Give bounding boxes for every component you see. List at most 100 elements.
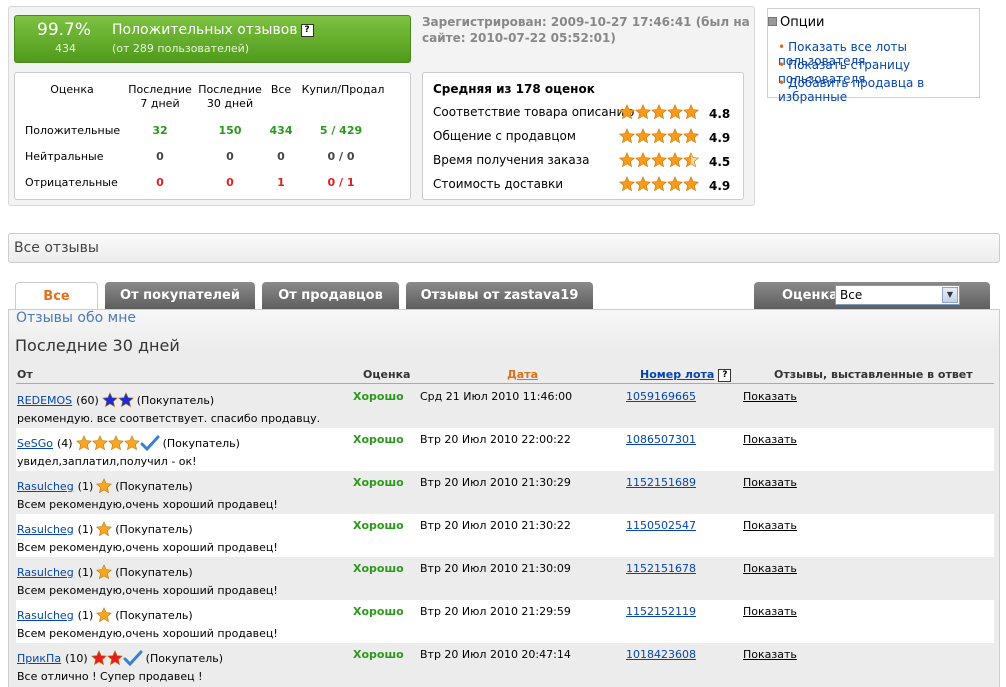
review-comment: Всем рекомендую,очень хороший продавец! [17, 541, 278, 554]
show-reply-link[interactable]: Показать [743, 433, 797, 446]
user-role: (Покупатель) [115, 522, 193, 536]
registration-info: Зарегистрирован: 2009-10-27 17:46:41 (бы… [422, 15, 750, 45]
show-reply-link[interactable]: Показать [743, 562, 797, 575]
col-lot[interactable]: Номер лота? [640, 368, 732, 382]
table-row: Rasulcheg (1) (Покупатель) Всем рекомендую,… [16, 557, 994, 600]
user-link[interactable]: Rasulcheg [17, 523, 74, 536]
star-icon [96, 478, 113, 494]
grade-filter: Оценка Все ▼ [754, 282, 990, 309]
col-from: От [17, 368, 33, 381]
lot-link[interactable]: 1152151689 [626, 476, 696, 489]
stats-cell: 0 / 1 [327, 176, 355, 189]
stats-header-buysell: Купил/Продал [301, 83, 385, 96]
verified-check-icon [140, 435, 160, 451]
show-reply-link[interactable]: Показать [743, 390, 797, 403]
tab-all[interactable]: Все [15, 282, 98, 309]
options-title: Опции [780, 15, 825, 30]
period-title: Последние 30 дней [15, 336, 180, 355]
user-rank-stars [96, 564, 113, 580]
star-icon [107, 435, 124, 451]
star-icon [75, 435, 92, 451]
lot-link[interactable]: 1059169665 [626, 390, 696, 403]
lot-link[interactable]: 1150502547 [626, 519, 696, 532]
bullet-icon: • [778, 76, 786, 90]
review-user: ПрикПа (10) (Покупатель) [17, 650, 223, 666]
tab-from-buyers[interactable]: От покупателей [105, 282, 255, 309]
table-row: Rasulcheg (1) (Покупатель) Всем рекомендую,… [16, 600, 994, 643]
col-grade: Оценка [363, 368, 411, 381]
show-reply-link[interactable]: Показать [743, 605, 797, 618]
star-icon [96, 521, 113, 537]
star-icon [635, 152, 651, 168]
stats-row-label: Отрицательные [25, 176, 118, 189]
rating-value: 4.9 [709, 131, 731, 145]
help-icon[interactable]: ? [300, 23, 314, 37]
user-role: (Покупатель) [115, 565, 193, 579]
review-user: SeSGo (4) (Покупатель) [17, 435, 240, 451]
option-add-favorite[interactable]: • Добавить продавца в избранные [778, 76, 979, 104]
star-icon [91, 435, 108, 451]
user-score: (60) [76, 393, 99, 407]
grade-select[interactable]: Все ▼ [835, 285, 960, 305]
user-rank-stars [96, 521, 113, 537]
positive-count: 434 [55, 42, 76, 55]
about-me-link[interactable]: Отзывы обо мне [16, 310, 136, 326]
tab-from-sellers[interactable]: От продавцов [262, 282, 399, 309]
positive-subtitle: (от 289 пользователей) [112, 42, 250, 55]
star-icon [96, 607, 113, 623]
show-reply-link[interactable]: Показать [743, 519, 797, 532]
user-role: (Покупатель) [162, 436, 240, 450]
help-icon[interactable]: ? [718, 368, 732, 382]
review-grade: Хорошо [353, 562, 404, 575]
rating-label: Время получения заказа [433, 153, 590, 167]
review-user: Rasulcheg (1) (Покупатель) [17, 521, 193, 537]
table-row: SeSGo (4) (Покупатель) увидел,заплатил,полу… [16, 428, 994, 471]
lot-link[interactable]: 1086507301 [626, 433, 696, 446]
stats-cell: 0 [277, 150, 285, 163]
user-link[interactable]: REDEMOS [17, 394, 72, 407]
col-date[interactable]: Дата [507, 368, 538, 381]
lot-link[interactable]: 1152152119 [626, 605, 696, 618]
star-icon [683, 176, 699, 192]
chevron-down-icon[interactable]: ▼ [942, 287, 958, 303]
stats-cell: 0 [156, 150, 164, 163]
star-icon [619, 176, 635, 192]
stats-cell: 32 [152, 124, 168, 137]
user-role: (Покупатель) [115, 608, 193, 622]
lot-link[interactable]: 1018423608 [626, 648, 696, 661]
user-score: (1) [77, 565, 94, 579]
user-link[interactable]: Rasulcheg [17, 480, 74, 493]
option-link[interactable]: Добавить продавца в избранные [778, 76, 924, 104]
user-link[interactable]: SeSGo [17, 437, 53, 450]
stats-cell: 150 [218, 124, 242, 137]
stats-cell: 1 [277, 176, 285, 189]
lot-link[interactable]: 1152151678 [626, 562, 696, 575]
user-rank-stars [96, 607, 113, 623]
all-reviews-title: Все отзывы [14, 240, 99, 256]
star-icon [683, 152, 699, 168]
rating-value: 4.9 [709, 179, 731, 193]
positive-percent: 99.7% [37, 20, 92, 40]
rating-label: Стоимость доставки [433, 177, 564, 191]
rating-stars [619, 128, 699, 144]
stats-cell: 5 / 429 [319, 124, 363, 137]
user-link[interactable]: Rasulcheg [17, 609, 74, 622]
stats-cell: 0 [226, 176, 234, 189]
user-link[interactable]: Rasulcheg [17, 566, 74, 579]
star-icon [651, 176, 667, 192]
options-square-icon [768, 17, 777, 26]
show-reply-link[interactable]: Показать [743, 648, 797, 661]
user-score: (10) [65, 651, 88, 665]
user-link[interactable]: ПрикПа [17, 652, 61, 665]
stats-header-7d: Последние 7 дней [128, 83, 192, 110]
col-lot-text: Номер лота [640, 368, 715, 381]
show-reply-link[interactable]: Показать [743, 476, 797, 489]
review-comment: увидел,заплатил,получил - ок! [17, 455, 197, 468]
table-row: REDEMOS (60) (Покупатель) рекомендую. все с… [16, 385, 994, 428]
star-icon [101, 392, 118, 408]
tab-reviews-from-user[interactable]: Отзывы от zastava19 [406, 282, 593, 309]
review-user: Rasulcheg (1) (Покупатель) [17, 478, 193, 494]
stats-header-30d: Последние 30 дней [198, 83, 262, 110]
table-row: Rasulcheg (1) (Покупатель) Всем рекомендую,… [16, 471, 994, 514]
reviews-panel: Отзывы обо мне Последние 30 дней От Оцен… [8, 309, 1000, 687]
